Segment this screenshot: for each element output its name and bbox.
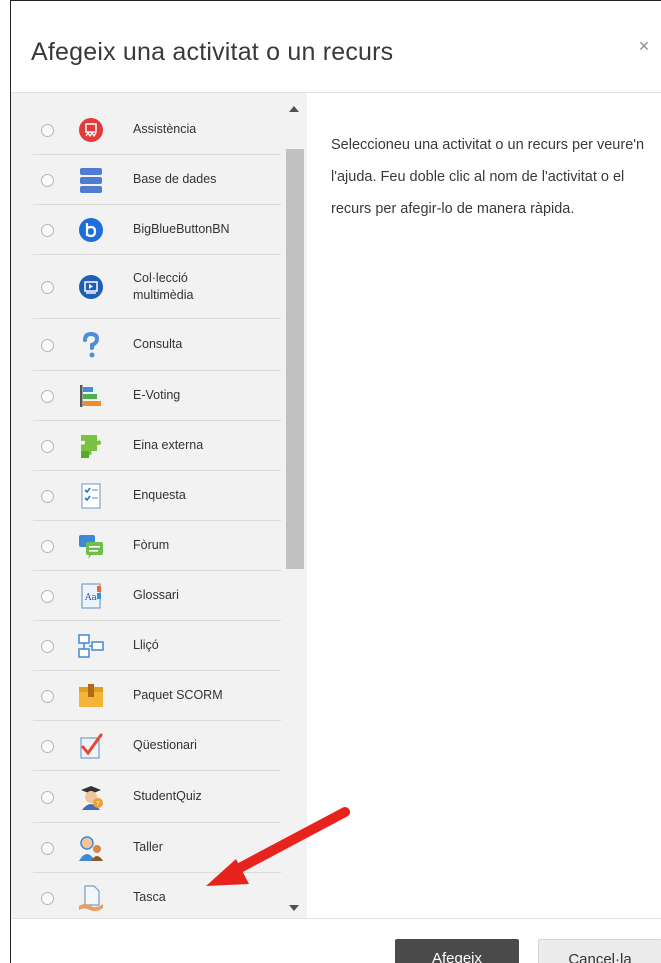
scroll-down-arrow[interactable] <box>289 905 299 911</box>
help-panel: Seleccioneu una activitat o un recurs pe… <box>307 93 661 918</box>
option-radio[interactable] <box>41 124 54 137</box>
forum-icon <box>79 535 103 559</box>
close-button[interactable]: × <box>634 35 654 57</box>
option-glossary[interactable]: Aa Glossari <box>33 571 281 621</box>
option-workshop[interactable]: Taller <box>33 823 281 873</box>
option-list-scrollbar[interactable] <box>284 93 306 918</box>
media-collection-icon <box>79 275 103 299</box>
option-label: Tasca <box>133 890 166 904</box>
option-evoting[interactable]: E-Voting <box>33 371 281 421</box>
option-label: Eina externa <box>133 438 204 452</box>
workshop-icon <box>79 836 103 861</box>
option-media-collection[interactable]: Col·lecció multimèdia <box>33 255 281 319</box>
option-external-tool[interactable]: Eina externa <box>33 421 281 471</box>
option-radio[interactable] <box>41 540 54 553</box>
survey-icon <box>81 483 101 509</box>
scroll-up-arrow[interactable] <box>289 106 299 112</box>
option-attendance[interactable]: Assistència <box>33 105 281 155</box>
option-consulta[interactable]: Consulta <box>33 319 281 371</box>
option-radio[interactable] <box>41 740 54 753</box>
studentquiz-icon: ? <box>81 786 103 810</box>
options-panel[interactable]: Assistència Base de dades BigBlueButtonB… <box>11 93 307 918</box>
option-radio[interactable] <box>41 842 54 855</box>
option-studentquiz[interactable]: ? StudentQuiz <box>33 771 281 823</box>
option-label: Qüestionari <box>133 738 197 752</box>
option-bigbluebutton[interactable]: BigBlueButtonBN <box>33 205 281 255</box>
dialog-header: Afegeix una activitat o un recurs × <box>11 1 661 93</box>
cancel-button[interactable]: Cancel·la <box>538 939 661 963</box>
option-database[interactable]: Base de dades <box>33 155 281 205</box>
option-radio[interactable] <box>41 791 54 804</box>
option-radio[interactable] <box>41 390 54 403</box>
option-lesson[interactable]: Lliçó <box>33 621 281 671</box>
bigbluebutton-icon <box>79 218 103 242</box>
scroll-thumb[interactable] <box>286 149 304 569</box>
puzzle-icon <box>81 435 102 458</box>
option-radio[interactable] <box>41 224 54 237</box>
option-label: Assistència <box>133 122 197 136</box>
svg-text:?: ? <box>96 800 100 808</box>
option-survey[interactable]: Enquesta <box>33 471 281 521</box>
option-label: Col·lecció multimèdia <box>133 271 194 302</box>
activity-chooser-dialog: Afegeix una activitat o un recurs × Assi… <box>10 0 661 963</box>
option-radio[interactable] <box>41 281 54 294</box>
option-label: Lliçó <box>133 638 159 652</box>
glossary-icon: Aa <box>81 583 101 609</box>
option-radio[interactable] <box>41 174 54 187</box>
quiz-icon <box>80 733 103 759</box>
option-radio[interactable] <box>41 440 54 453</box>
option-label: Glossari <box>133 588 179 602</box>
option-label: Taller <box>133 840 163 854</box>
option-label: StudentQuiz <box>133 789 202 803</box>
option-label: Fòrum <box>133 538 170 552</box>
question-icon <box>83 331 100 358</box>
svg-text:Aa: Aa <box>84 593 97 603</box>
scorm-package-icon <box>79 684 103 707</box>
dialog-title: Afegeix una activitat o un recurs <box>31 38 394 66</box>
option-label: Consulta <box>133 337 183 351</box>
option-radio[interactable] <box>41 690 54 703</box>
option-assignment[interactable]: Tasca <box>33 873 281 919</box>
attendance-icon <box>79 118 103 142</box>
option-label: Base de dades <box>133 172 217 186</box>
option-label: Enquesta <box>133 488 186 502</box>
option-quiz[interactable]: Qüestionari <box>33 721 281 771</box>
help-text: Seleccioneu una activitat o un recurs pe… <box>331 137 645 217</box>
lesson-icon <box>78 634 104 658</box>
option-radio[interactable] <box>41 640 54 653</box>
option-radio[interactable] <box>41 590 54 603</box>
option-radio[interactable] <box>41 339 54 352</box>
option-radio[interactable] <box>41 892 54 905</box>
dialog-footer: Afegeix Cancel·la <box>11 918 661 963</box>
assignment-icon <box>79 885 103 912</box>
evoting-icon <box>80 385 101 407</box>
option-label: Paquet SCORM <box>133 688 223 702</box>
database-icon <box>80 168 102 193</box>
option-scorm[interactable]: Paquet SCORM <box>33 671 281 721</box>
option-label: BigBlueButtonBN <box>133 222 230 236</box>
add-button[interactable]: Afegeix <box>395 939 519 963</box>
option-label: E-Voting <box>133 388 181 402</box>
option-forum[interactable]: Fòrum <box>33 521 281 571</box>
option-radio[interactable] <box>41 490 54 503</box>
